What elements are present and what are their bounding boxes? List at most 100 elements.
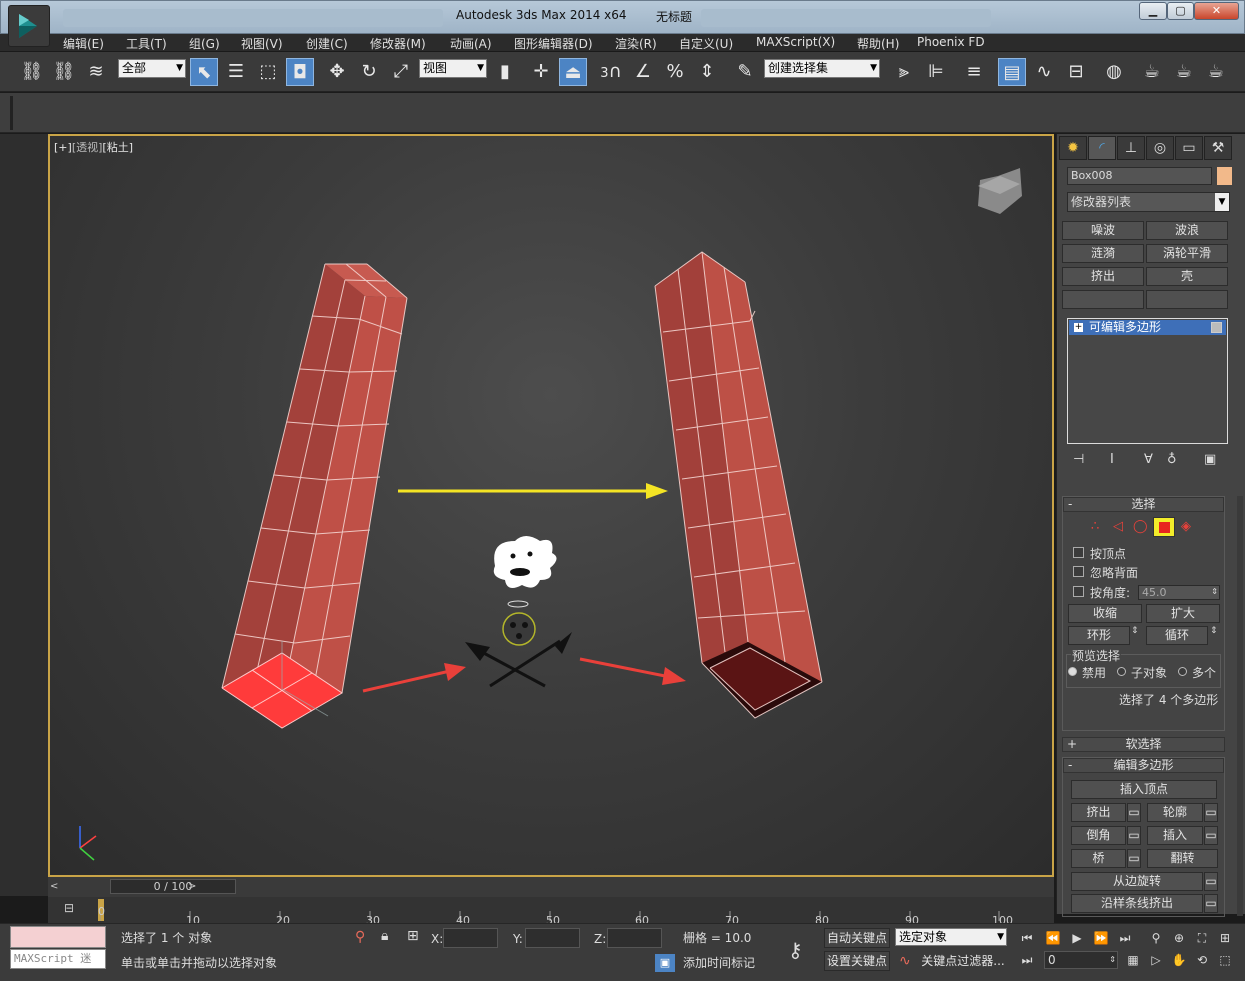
outline-button[interactable]: 轮廓 [1147, 803, 1203, 822]
zoom-extents-all-button[interactable]: ⊞ [1216, 930, 1234, 946]
menu-rendering[interactable]: 渲染(R) [615, 35, 657, 52]
border-mode-icon[interactable]: ◯ [1133, 519, 1148, 534]
inset-button[interactable]: 插入 [1147, 826, 1203, 845]
zoom-all-button[interactable]: ⊕ [1170, 930, 1188, 946]
ring-spinner[interactable]: ⇕ [1131, 626, 1141, 645]
tab-hierarchy[interactable]: ⊥ [1117, 136, 1145, 160]
modifier-stack[interactable]: + 可编辑多边形 [1067, 318, 1228, 444]
time-slider[interactable]: 0 / 100 [110, 879, 236, 894]
ribbon-grip[interactable] [10, 96, 13, 130]
scene-explorer-button[interactable]: ▤ [998, 58, 1026, 86]
align-button[interactable]: ⊫ [922, 58, 950, 86]
orbit-button[interactable]: ⟲ [1193, 952, 1211, 968]
quick-access-toolbar[interactable] [63, 9, 443, 27]
tab-display[interactable]: ▭ [1175, 136, 1203, 160]
make-unique-icon[interactable]: ∀ [1144, 452, 1153, 467]
flip-button[interactable]: 翻转 [1147, 849, 1218, 868]
field-of-view-button[interactable]: ▷ [1147, 952, 1165, 968]
modifier-ripple-button[interactable]: 涟漪 [1062, 244, 1144, 263]
panel-scrollbar[interactable] [1237, 496, 1243, 916]
set-key-mode-key-icon[interactable]: ⚷ [788, 938, 803, 962]
select-and-scale-button[interactable]: ⤢ [387, 58, 415, 86]
selection-filter-dropdown[interactable]: 全部 ▼ [118, 59, 186, 78]
menu-graph-editors[interactable]: 图形编辑器(D) [514, 35, 593, 52]
time-slider-prev-button[interactable]: < [50, 879, 64, 894]
tab-create[interactable]: ✹ [1059, 136, 1087, 160]
zoom-extents-button[interactable]: ⛶ [1193, 930, 1211, 946]
render-production-button[interactable]: ☕ [1202, 58, 1230, 86]
ring-button[interactable]: 环形 [1068, 626, 1130, 645]
show-end-result-icon[interactable]: Ⅰ [1110, 452, 1114, 467]
preview-off-radio[interactable] [1068, 667, 1077, 676]
menu-maxscript[interactable]: MAXScript(X) [756, 35, 835, 49]
left-box-column[interactable] [221, 263, 408, 729]
maximize-button[interactable]: ▢ [1167, 2, 1194, 20]
selection-rollout-header[interactable]: - 选择 [1063, 497, 1224, 512]
pivot-center-button[interactable]: ▮ [491, 58, 519, 86]
polygon-mode-icon[interactable] [1153, 517, 1175, 537]
ignore-backfacing-checkbox[interactable] [1073, 566, 1084, 577]
unlink-button[interactable]: ⛓ [50, 58, 78, 86]
set-key-button[interactable]: 设置关键点 [824, 951, 890, 971]
previous-frame-button[interactable]: ⏪ [1044, 930, 1062, 946]
z-coordinate-field[interactable] [607, 928, 662, 948]
modifier-empty-button-1[interactable] [1062, 290, 1144, 309]
next-frame-button[interactable]: ⏩ [1092, 930, 1110, 946]
select-by-name-button[interactable]: ☰ [222, 58, 250, 86]
extrude-button[interactable]: 挤出 [1071, 803, 1126, 822]
minimize-button[interactable]: ▁ [1139, 2, 1167, 20]
menu-animation[interactable]: 动画(A) [450, 35, 492, 52]
edit-polygons-rollout-header[interactable]: - 编辑多边形 [1063, 758, 1224, 773]
loop-spinner[interactable]: ⇕ [1210, 626, 1220, 645]
shrink-button[interactable]: 收缩 [1068, 604, 1142, 623]
maxscript-listener-top[interactable] [10, 926, 106, 948]
soft-selection-rollout-header[interactable]: + 软选择 [1062, 737, 1225, 752]
named-selection-dropdown[interactable]: 创建选择集 ▼ [764, 59, 880, 78]
current-frame-field[interactable]: 0 ⇕ [1044, 951, 1118, 969]
go-to-end-button[interactable]: ⏭ [1116, 930, 1134, 946]
extrude-settings-button[interactable]: ▭ [1127, 803, 1141, 822]
edge-mode-icon[interactable]: ◁ [1113, 519, 1123, 534]
hinge-from-edge-button[interactable]: 从边旋转 [1071, 872, 1203, 891]
configure-modifier-sets-icon[interactable]: ▣ [1204, 452, 1216, 467]
auto-key-button[interactable]: 自动关键点 [824, 928, 890, 948]
insert-vertex-button[interactable]: 插入顶点 [1071, 780, 1217, 799]
modifier-wave-button[interactable]: 波浪 [1146, 221, 1228, 240]
modifier-extrude-button[interactable]: 挤出 [1062, 267, 1144, 286]
close-button[interactable]: ✕ [1194, 2, 1239, 20]
stack-item-toggle-icon[interactable] [1211, 322, 1222, 333]
inset-settings-button[interactable]: ▭ [1204, 826, 1218, 845]
expand-plus-icon[interactable]: + [1074, 323, 1083, 332]
bind-space-warp-button[interactable]: ≋ [82, 58, 110, 86]
bevel-button[interactable]: 倒角 [1071, 826, 1126, 845]
menu-phoenix-fd[interactable]: Phoenix FD [917, 35, 985, 49]
extrude-spline-settings-button[interactable]: ▭ [1204, 894, 1218, 913]
isolate-selection-icon[interactable]: ⚲ [355, 929, 365, 945]
remove-modifier-icon[interactable]: ♁ [1167, 452, 1177, 467]
play-button[interactable]: ▶ [1068, 930, 1086, 946]
modifier-turbosmooth-button[interactable]: 涡轮平滑 [1146, 244, 1228, 263]
pan-view-button[interactable]: ✋ [1170, 952, 1188, 968]
pin-stack-icon[interactable]: ⊣ [1073, 452, 1084, 467]
object-color-swatch[interactable] [1217, 167, 1232, 185]
key-filters-button[interactable]: 关键点过滤器... [918, 951, 1008, 971]
add-time-tag-field[interactable]: 添加时间标记 [678, 953, 774, 973]
mirror-button[interactable]: ⫸ [890, 58, 918, 86]
menu-tools[interactable]: 工具(T) [126, 35, 167, 52]
menu-modifiers[interactable]: 修改器(M) [370, 35, 426, 52]
maximize-viewport-button[interactable]: ⬚ [1216, 952, 1234, 968]
select-and-manipulate-button[interactable]: ✛ [527, 58, 555, 86]
angle-snap-button[interactable]: ∠ [629, 58, 657, 86]
rectangular-selection-button[interactable]: ⬚ [254, 58, 282, 86]
key-mode-toggle-button[interactable]: ⏭ [1018, 952, 1036, 968]
loop-button[interactable]: 循环 [1146, 626, 1208, 645]
select-and-link-button[interactable]: ⛓ [18, 58, 46, 86]
by-angle-checkbox[interactable] [1073, 586, 1084, 597]
zoom-button[interactable]: ⚲ [1147, 930, 1165, 946]
extrude-along-spline-button[interactable]: 沿样条线挤出 [1071, 894, 1203, 913]
default-in-out-tangent-icon[interactable]: ∿ [899, 953, 911, 969]
bridge-button[interactable]: 桥 [1071, 849, 1126, 868]
select-object-button[interactable]: ⬉ [190, 58, 218, 86]
mini-curve-editor-button[interactable]: ⊟ [56, 901, 82, 919]
layer-manager-button[interactable]: ≡ [960, 58, 988, 86]
